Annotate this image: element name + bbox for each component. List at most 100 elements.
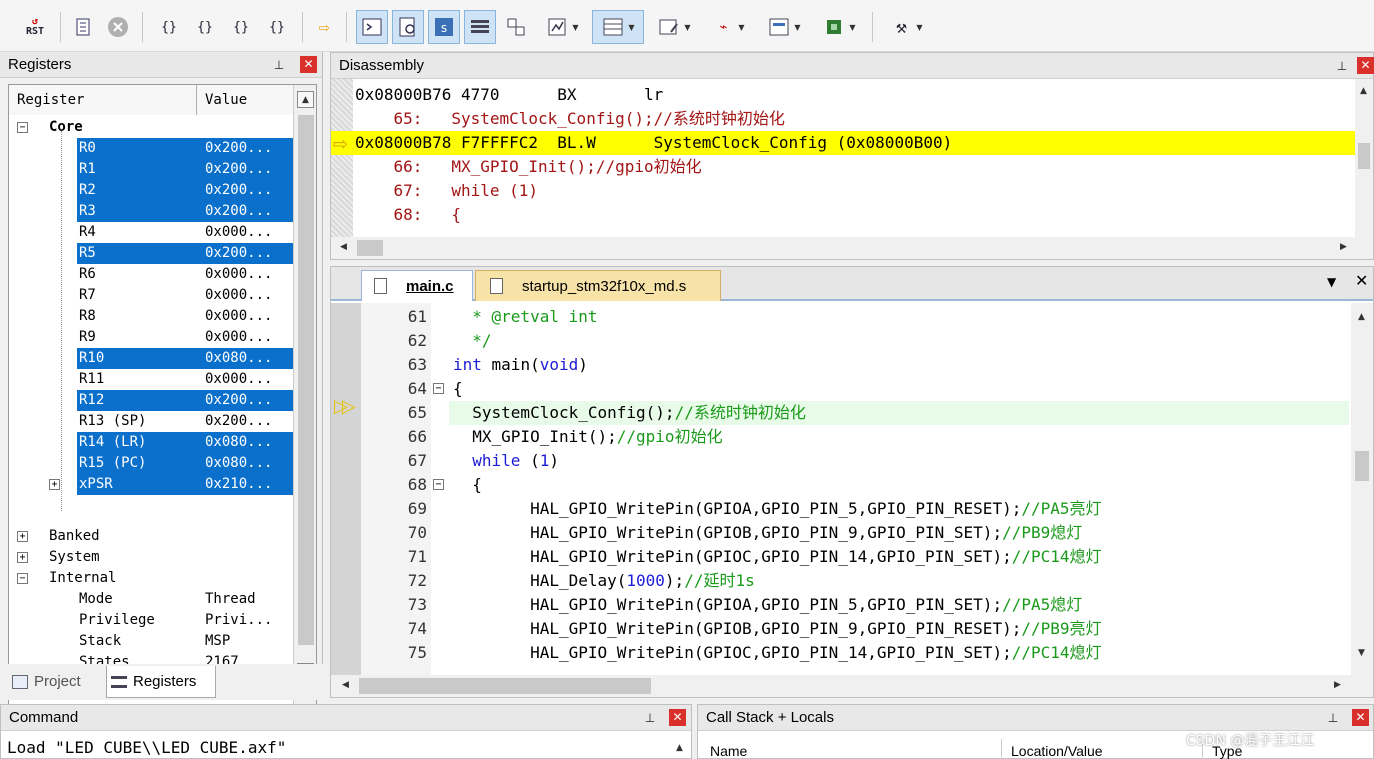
close-icon[interactable]: ✕ xyxy=(1357,57,1374,74)
scrollbar-thumb[interactable] xyxy=(298,115,314,645)
tab-project[interactable]: Project xyxy=(8,666,104,698)
register-value[interactable]: 0x000... xyxy=(205,327,272,348)
internal-register-row[interactable]: Privilege Privi... xyxy=(9,610,293,631)
fold-icon[interactable]: − xyxy=(433,479,444,490)
scroll-down-icon[interactable]: ▼ xyxy=(1353,645,1370,662)
register-row[interactable]: R9 0x000... xyxy=(9,327,293,348)
disassembly-hscrollbar[interactable]: ◀ ▶ xyxy=(331,237,1373,259)
serial-window-button[interactable]: ▼ xyxy=(652,10,696,44)
trace-window-button[interactable]: ▼ xyxy=(760,10,808,44)
column-header-register[interactable]: Register xyxy=(9,85,197,115)
register-value[interactable]: 0x200... xyxy=(205,243,272,264)
register-value[interactable]: 0x000... xyxy=(205,264,272,285)
register-row[interactable]: R3 0x200... xyxy=(9,201,293,222)
code-line[interactable]: 70 HAL_GPIO_WritePin(GPIOB,GPIO_PIN_9,GP… xyxy=(331,521,1351,545)
tree-group-system[interactable]: + System xyxy=(9,547,293,568)
register-value[interactable]: 0x200... xyxy=(205,138,272,159)
register-row[interactable]: R5 0x200... xyxy=(9,243,293,264)
code-line[interactable]: 62 */ xyxy=(331,329,1351,353)
register-row[interactable]: R12 0x200... xyxy=(9,390,293,411)
register-row[interactable]: + xPSR 0x210... xyxy=(9,474,293,495)
collapse-icon[interactable]: − xyxy=(17,122,28,133)
code-line[interactable]: 74 HAL_GPIO_WritePin(GPIOB,GPIO_PIN_9,GP… xyxy=(331,617,1351,641)
scroll-right-icon[interactable]: ▶ xyxy=(1335,239,1352,256)
register-row[interactable]: R4 0x000... xyxy=(9,222,293,243)
code-line[interactable]: 65 SystemClock_Config();//系统时钟初始化 xyxy=(331,401,1351,425)
disassembly-line[interactable]: 66: MX_GPIO_Init();//gpio初始化 xyxy=(331,155,1355,179)
register-value[interactable]: 0x080... xyxy=(205,348,272,369)
current-instruction-line[interactable]: 0x08000B78 F7FFFFC2 BL.W SystemClock_Con… xyxy=(331,131,1355,155)
scrollbar-thumb[interactable] xyxy=(357,240,383,256)
editor-hscrollbar[interactable]: ◀ ▶ xyxy=(331,675,1373,697)
pin-icon[interactable]: ⊥ xyxy=(643,711,657,725)
register-value[interactable]: 0x200... xyxy=(205,180,272,201)
register-row[interactable]: R1 0x200... xyxy=(9,159,293,180)
scroll-up-icon[interactable]: ▲ xyxy=(297,91,314,108)
tree-group-internal[interactable]: − Internal xyxy=(9,568,293,589)
register-row[interactable]: R6 0x000... xyxy=(9,264,293,285)
pin-icon[interactable]: ⊥ xyxy=(272,58,286,72)
scroll-right-icon[interactable]: ▶ xyxy=(1329,677,1346,694)
code-line[interactable]: 72 HAL_Delay(1000);//延时1s xyxy=(331,569,1351,593)
scroll-left-icon[interactable]: ◀ xyxy=(337,677,354,694)
chevron-down-icon[interactable]: ▼ xyxy=(572,23,578,32)
step-over-button[interactable]: {} xyxy=(190,10,220,44)
tab-list-dropdown-icon[interactable]: ▼ xyxy=(1327,275,1336,289)
step-out-button[interactable]: {} xyxy=(226,10,256,44)
scrollbar-thumb[interactable] xyxy=(359,678,651,694)
code-line[interactable]: 67 while (1) xyxy=(331,449,1351,473)
register-row[interactable]: R7 0x000... xyxy=(9,285,293,306)
disassembly-line[interactable]: 67: while (1) xyxy=(331,179,1355,203)
editor-vscrollbar[interactable]: ▲ ▼ xyxy=(1351,303,1373,675)
registers-scrollbar[interactable]: ▲ ▼ xyxy=(293,85,316,713)
register-value[interactable]: 0x200... xyxy=(205,411,272,432)
toolbox-button[interactable]: ⚒ ▼ xyxy=(882,10,930,44)
memory-window-button[interactable]: ▼ xyxy=(592,10,644,44)
chevron-down-icon[interactable]: ▼ xyxy=(849,23,855,32)
register-row[interactable]: R13 (SP) 0x200... xyxy=(9,411,293,432)
internal-register-row[interactable]: Mode Thread xyxy=(9,589,293,610)
register-row[interactable]: R11 0x000... xyxy=(9,369,293,390)
register-value[interactable]: 0x200... xyxy=(205,390,272,411)
disassembly-view[interactable]: 0x08000B76 4770 BX lr 65: SystemClock_Co… xyxy=(331,79,1355,237)
call-stack-window-button[interactable] xyxy=(500,10,532,44)
register-value[interactable]: Thread xyxy=(205,589,256,610)
tree-group-banked[interactable]: + Banked xyxy=(9,526,293,547)
disassembly-line[interactable]: 68: { xyxy=(331,203,1355,227)
code-line[interactable]: 69 HAL_GPIO_WritePin(GPIOA,GPIO_PIN_5,GP… xyxy=(331,497,1351,521)
column-header-value[interactable]: Value xyxy=(197,85,293,115)
run-button[interactable] xyxy=(70,10,98,44)
code-line[interactable]: 63 int main(void) xyxy=(331,353,1351,377)
run-to-cursor-button[interactable]: {} xyxy=(262,10,292,44)
expand-icon[interactable]: + xyxy=(17,531,28,542)
scroll-up-icon[interactable]: ▲ xyxy=(1353,309,1370,326)
code-line[interactable]: 66 MX_GPIO_Init();//gpio初始化 xyxy=(331,425,1351,449)
chevron-down-icon[interactable]: ▼ xyxy=(684,23,690,32)
register-value[interactable]: 0x080... xyxy=(205,453,272,474)
tab-startup-file[interactable]: startup_stm32f10x_md.s xyxy=(475,270,721,301)
registers-window-button[interactable] xyxy=(464,10,496,44)
watch-window-button[interactable]: ▼ xyxy=(538,10,586,44)
code-line[interactable]: 73 HAL_GPIO_WritePin(GPIOA,GPIO_PIN_5,GP… xyxy=(331,593,1351,617)
code-line[interactable]: 71 HAL_GPIO_WritePin(GPIOC,GPIO_PIN_14,G… xyxy=(331,545,1351,569)
close-icon[interactable]: ✕ xyxy=(1352,709,1369,726)
register-row[interactable]: R10 0x080... xyxy=(9,348,293,369)
register-value[interactable]: 0x210... xyxy=(205,474,272,495)
analysis-window-button[interactable]: ⌁ ▼ xyxy=(704,10,752,44)
register-row[interactable]: R2 0x200... xyxy=(9,180,293,201)
chevron-down-icon[interactable]: ▼ xyxy=(794,23,800,32)
scroll-left-icon[interactable]: ◀ xyxy=(335,239,352,256)
register-row[interactable]: R0 0x200... xyxy=(9,138,293,159)
disassembly-line[interactable]: 0x08000B76 4770 BX lr xyxy=(331,83,1355,107)
code-line[interactable]: −64 { xyxy=(331,377,1351,401)
scrollbar-thumb[interactable] xyxy=(1355,451,1369,481)
internal-register-row[interactable]: Stack MSP xyxy=(9,631,293,652)
code-view[interactable]: ▷▷ 61 * @retval int 62 */63 int main(void)… xyxy=(331,303,1351,675)
register-value[interactable]: 0x200... xyxy=(205,201,272,222)
register-value[interactable]: 0x080... xyxy=(205,432,272,453)
expand-icon[interactable]: + xyxy=(49,479,60,490)
column-header-name[interactable]: Name xyxy=(702,739,1002,759)
register-value[interactable]: MSP xyxy=(205,631,230,652)
close-icon[interactable]: ✕ xyxy=(300,56,317,73)
stop-button[interactable] xyxy=(104,10,132,44)
